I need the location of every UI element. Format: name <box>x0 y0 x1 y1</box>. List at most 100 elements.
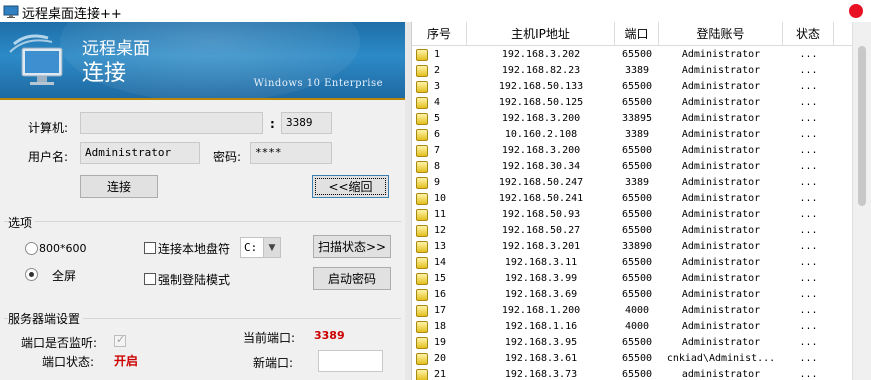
cell-id: 8 <box>434 161 441 172</box>
cell-account: Administrator <box>681 97 761 108</box>
col-status-header[interactable]: 状态 <box>783 22 834 46</box>
cell-account: Administrator <box>681 113 761 124</box>
cell-ip: 192.168.3.73 <box>504 369 578 380</box>
res-800-radio[interactable] <box>25 242 38 255</box>
cell-ip: 192.168.3.61 <box>504 353 578 364</box>
vertical-scrollbar[interactable] <box>852 22 871 380</box>
cell-ip: 192.168.3.201 <box>501 241 581 252</box>
cell-ip: 192.168.50.93 <box>501 209 581 220</box>
start-password-button[interactable]: 启动密码 <box>313 267 391 290</box>
table-row[interactable]: 11 192.168.50.93 65500 Administrator... <box>412 207 852 223</box>
table-row[interactable]: 15 192.168.3.99 65500 Administrator... <box>412 271 852 287</box>
table-row[interactable]: 5 192.168.3.200 33895 Administrator... <box>412 111 852 127</box>
scan-status-button[interactable]: 扫描状态>> <box>313 235 391 258</box>
cell-status: ... <box>799 177 818 188</box>
window-title: 远程桌面连接++ <box>22 7 122 22</box>
table-row[interactable]: 8 192.168.30.34 65500 Administrator... <box>412 159 852 175</box>
scrollbar-thumb[interactable] <box>858 46 866 206</box>
fullscreen-label: 全屏 <box>52 269 77 283</box>
current-port-label: 当前端口: <box>243 331 296 345</box>
cell-status: ... <box>799 369 818 380</box>
col-ip-header[interactable]: 主机IP地址 <box>467 22 615 46</box>
port-input[interactable]: 3389 <box>281 112 332 134</box>
cell-ip: 192.168.82.23 <box>501 65 581 76</box>
cell-status: ... <box>799 209 818 220</box>
cell-account: Administrator <box>681 225 761 236</box>
cell-port: 65500 <box>621 369 653 380</box>
fullscreen-radio[interactable] <box>25 268 38 281</box>
cell-account: Administrator <box>681 65 761 76</box>
cell-port: 65500 <box>621 257 653 268</box>
cell-status: ... <box>799 65 818 76</box>
col-id-header[interactable]: 序号 <box>412 22 467 46</box>
cell-ip: 192.168.30.34 <box>501 161 581 172</box>
table-row[interactable]: 7 192.168.3.200 65500 Administrator... <box>412 143 852 159</box>
table-row[interactable]: 10 192.168.50.241 65500 Administrator... <box>412 191 852 207</box>
cell-id: 19 <box>434 337 447 348</box>
table-row[interactable]: 19 192.168.3.95 65500 Administrator... <box>412 335 852 351</box>
cell-status: ... <box>799 81 818 92</box>
map-drive-label: 连接本地盘符 <box>158 242 231 256</box>
cell-id: 21 <box>434 369 447 380</box>
chevron-down-icon: ▼ <box>263 238 280 257</box>
cell-id: 17 <box>434 305 447 316</box>
banner-subtitle: Windows 10 Enterprise <box>253 78 383 89</box>
cell-ip: 192.168.50.27 <box>501 225 581 236</box>
cell-account: Administrator <box>681 257 761 268</box>
table-row[interactable]: 16 192.168.3.69 65500 Administrator... <box>412 287 852 303</box>
cell-ip: 10.160.2.108 <box>504 129 578 140</box>
cell-ip: 192.168.3.69 <box>504 289 578 300</box>
table-row[interactable]: 12 192.168.50.27 65500 Administrator... <box>412 223 852 239</box>
host-list: 序号 主机IP地址 端口 登陆账号 状态 1 192.168.3.202 65500… <box>411 22 871 380</box>
force-login-checkbox[interactable] <box>144 273 156 285</box>
cell-id: 9 <box>434 177 441 188</box>
cell-id: 13 <box>434 241 447 252</box>
cell-ip: 192.168.50.133 <box>498 81 584 92</box>
table-row[interactable]: 2 192.168.82.23 3389 Administrator... <box>412 63 852 79</box>
col-account-header[interactable]: 登陆账号 <box>659 22 783 46</box>
cell-id: 20 <box>434 353 447 364</box>
new-port-input[interactable] <box>318 350 383 372</box>
col-port-header[interactable]: 端口 <box>615 22 659 46</box>
banner: 远程桌面 连接 Windows 10 Enterprise <box>0 22 405 98</box>
table-row[interactable]: 14 192.168.3.11 65500 Administrator... <box>412 255 852 271</box>
cell-status: ... <box>799 289 818 300</box>
password-input[interactable]: **** <box>250 142 332 164</box>
cell-id: 1 <box>434 49 441 60</box>
app-icon <box>3 5 19 18</box>
cell-account: Administrator <box>681 81 761 92</box>
cell-port: 3389 <box>624 65 650 76</box>
table-row[interactable]: 3 192.168.50.133 65500 Administrator... <box>412 79 852 95</box>
collapse-button[interactable]: <<缩回 <box>312 175 389 198</box>
cell-id: 4 <box>434 97 441 108</box>
table-row[interactable]: 9 192.168.50.247 3389 Administrator... <box>412 175 852 191</box>
computer-input[interactable] <box>80 112 263 134</box>
cell-ip: 192.168.3.99 <box>504 273 578 284</box>
username-input[interactable]: Administrator <box>80 142 200 164</box>
table-row[interactable]: 1 192.168.3.202 65500 Administrator... <box>412 47 852 63</box>
cell-id: 2 <box>434 65 441 76</box>
cell-port: 65500 <box>621 353 653 364</box>
cell-port: 4000 <box>624 305 650 316</box>
table-row[interactable]: 6 10.160.2.108 3389 Administrator... <box>412 127 852 143</box>
close-button[interactable] <box>849 4 863 18</box>
map-drive-checkbox[interactable] <box>144 242 156 254</box>
table-row[interactable]: 21 192.168.3.73 65500 administrator... <box>412 367 852 380</box>
cell-ip: 192.168.3.202 <box>501 49 581 60</box>
res-800-label: 800*600 <box>39 242 87 255</box>
cell-port: 65500 <box>621 97 653 108</box>
banner-stripe <box>0 98 405 100</box>
table-row[interactable]: 13 192.168.3.201 33890 Administrator... <box>412 239 852 255</box>
table-row[interactable]: 4 192.168.50.125 65500 Administrator... <box>412 95 852 111</box>
drive-select[interactable]: C: ▼ <box>240 237 281 258</box>
cell-status: ... <box>799 129 818 140</box>
connect-button[interactable]: 连接 <box>80 175 158 198</box>
table-header: 序号 主机IP地址 端口 登陆账号 状态 <box>412 22 852 46</box>
table-row[interactable]: 18 192.168.1.16 4000 Administrator... <box>412 319 852 335</box>
table-row[interactable]: 20 192.168.3.61 65500 cnkiad\Administ...... <box>412 351 852 367</box>
cell-status: ... <box>799 193 818 204</box>
cell-status: ... <box>799 49 818 60</box>
cell-status: ... <box>799 97 818 108</box>
table-row[interactable]: 17 192.168.1.200 4000 Administrator... <box>412 303 852 319</box>
options-group-rule <box>4 221 401 222</box>
